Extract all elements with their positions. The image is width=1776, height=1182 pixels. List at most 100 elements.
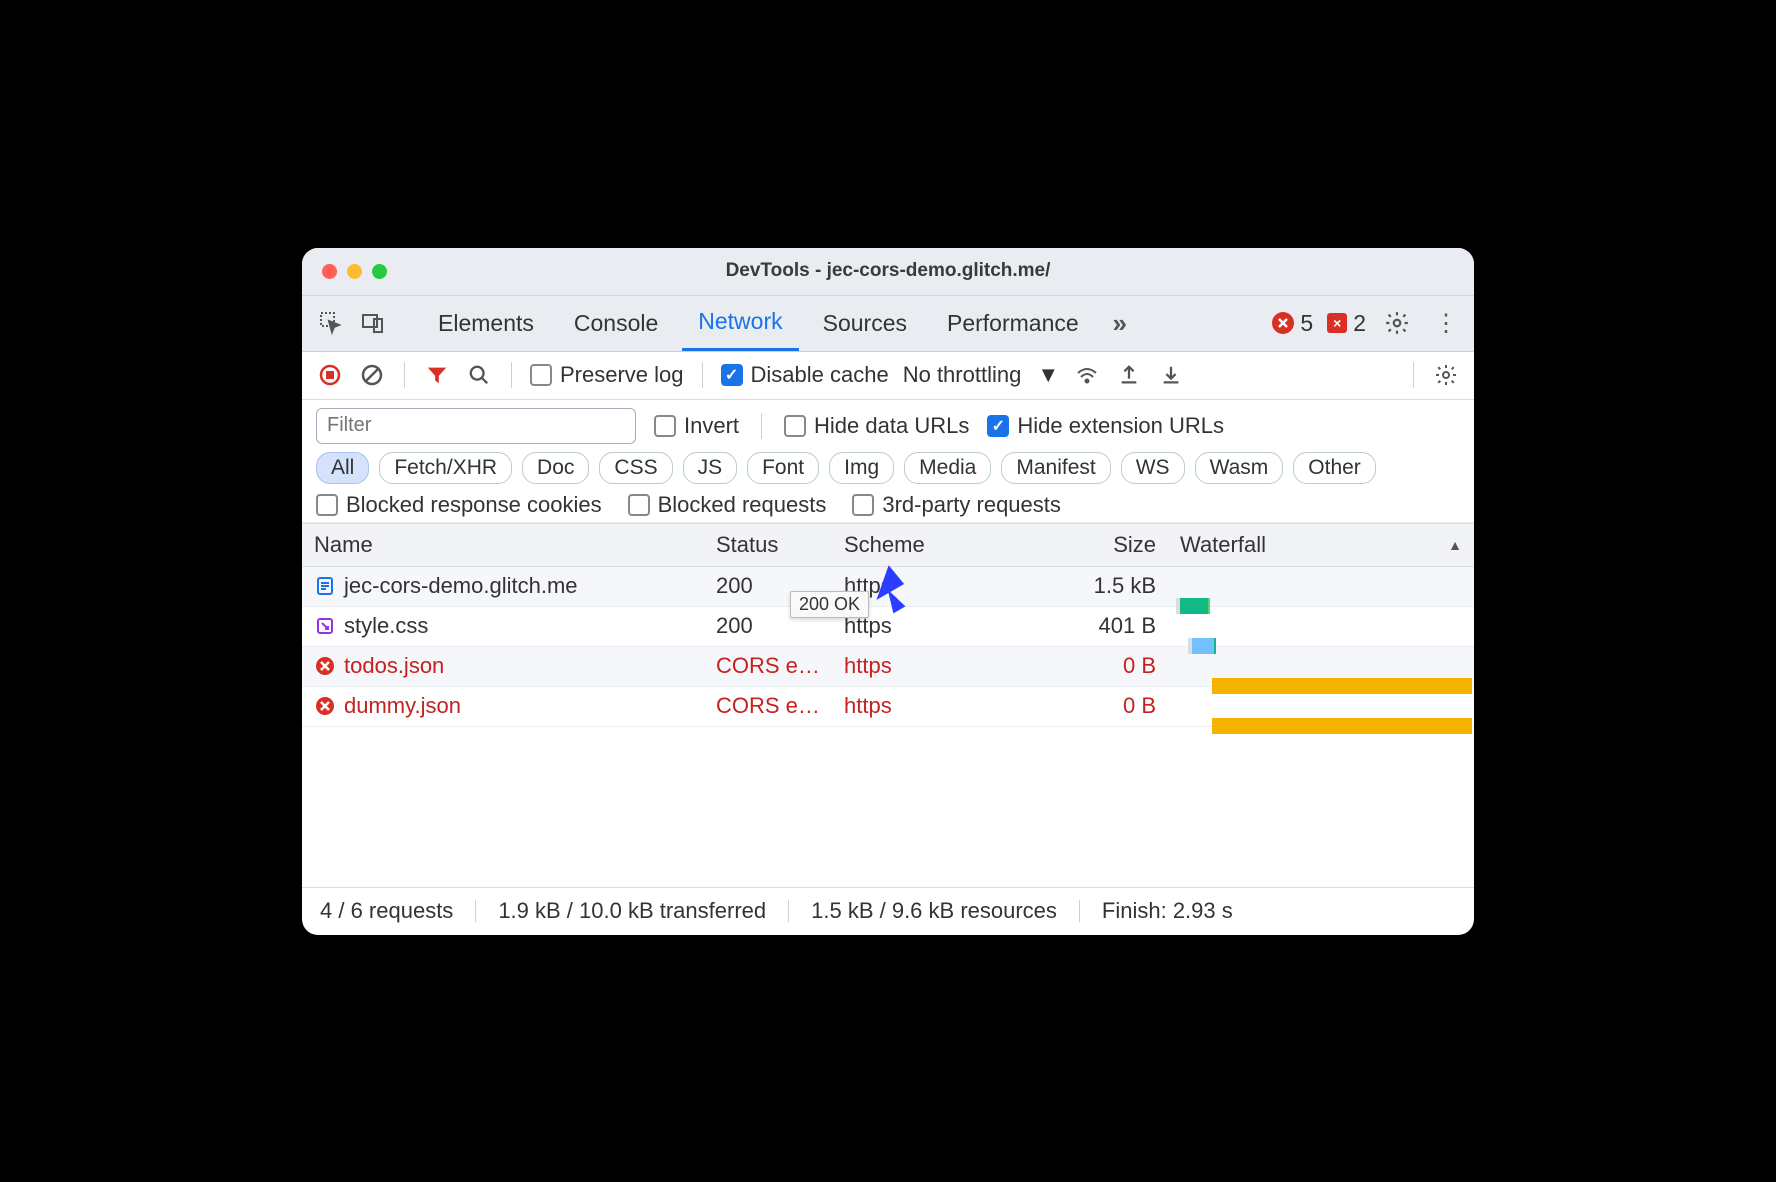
filter-icon[interactable] [423, 361, 451, 389]
filter-bar: Invert Hide data URLs Hide extension URL… [302, 400, 1474, 523]
error-icon [1272, 312, 1294, 334]
titlebar: DevTools - jec-cors-demo.glitch.me/ [302, 248, 1474, 296]
sort-asc-icon: ▲ [1448, 537, 1462, 553]
blocked-cookies-checkbox[interactable]: Blocked response cookies [316, 492, 602, 518]
checkbox-icon [784, 415, 806, 437]
warning-count[interactable]: × 2 [1327, 310, 1366, 337]
file-type-icon [314, 695, 336, 717]
empty-area [302, 727, 1474, 887]
panel-tabs: Elements Console Network Sources Perform… [302, 296, 1474, 352]
resource-chip-wasm[interactable]: Wasm [1195, 452, 1284, 484]
file-type-icon [314, 615, 336, 637]
col-waterfall[interactable]: Waterfall ▲ [1168, 532, 1474, 558]
file-type-icon [314, 655, 336, 677]
col-scheme[interactable]: Scheme [832, 532, 1042, 558]
third-party-checkbox[interactable]: 3rd-party requests [852, 492, 1061, 518]
request-size: 0 B [1042, 693, 1168, 719]
chevron-down-icon: ▼ [1037, 362, 1059, 388]
table-row[interactable]: style.css200https401 B [302, 607, 1474, 647]
resource-chip-other[interactable]: Other [1293, 452, 1376, 484]
export-har-icon[interactable] [1115, 361, 1143, 389]
checkbox-icon [316, 494, 338, 516]
window-controls[interactable] [302, 264, 387, 279]
col-name[interactable]: Name [302, 532, 704, 558]
request-size: 0 B [1042, 653, 1168, 679]
blocked-requests-checkbox[interactable]: Blocked requests [628, 492, 827, 518]
tab-network[interactable]: Network [682, 295, 798, 351]
maximize-icon[interactable] [372, 264, 387, 279]
throttling-select[interactable]: No throttling ▼ [903, 362, 1059, 388]
more-tabs-icon[interactable]: » [1103, 306, 1137, 340]
preserve-log-checkbox[interactable]: Preserve log [530, 362, 684, 388]
request-name: jec-cors-demo.glitch.me [344, 573, 578, 599]
resource-chip-img[interactable]: Img [829, 452, 894, 484]
request-status: CORS e… [704, 653, 832, 679]
search-icon[interactable] [465, 361, 493, 389]
resource-chip-fetchxhr[interactable]: Fetch/XHR [379, 452, 512, 484]
resource-chip-doc[interactable]: Doc [522, 452, 589, 484]
invert-checkbox[interactable]: Invert [654, 413, 739, 439]
hide-extension-urls-checkbox[interactable]: Hide extension URLs [987, 413, 1224, 439]
col-size[interactable]: Size [1042, 532, 1168, 558]
inspect-icon[interactable] [314, 306, 348, 340]
checkbox-icon [987, 415, 1009, 437]
status-bar: 4 / 6 requests 1.9 kB / 10.0 kB transfer… [302, 887, 1474, 935]
error-count[interactable]: 5 [1272, 310, 1313, 337]
settings-icon[interactable] [1380, 306, 1414, 340]
status-transferred: 1.9 kB / 10.0 kB transferred [498, 898, 766, 924]
import-har-icon[interactable] [1157, 361, 1185, 389]
tab-console[interactable]: Console [558, 295, 674, 351]
tab-elements[interactable]: Elements [422, 295, 550, 351]
devtools-window: DevTools - jec-cors-demo.glitch.me/ Elem… [302, 248, 1474, 935]
file-type-icon [314, 575, 336, 597]
window-title: DevTools - jec-cors-demo.glitch.me/ [302, 260, 1474, 282]
close-icon[interactable] [322, 264, 337, 279]
request-status: CORS e… [704, 693, 832, 719]
request-name: todos.json [344, 653, 444, 679]
resource-chip-all[interactable]: All [316, 452, 369, 484]
filter-input[interactable] [316, 408, 636, 444]
issue-icon: × [1327, 313, 1347, 333]
status-requests: 4 / 6 requests [320, 898, 453, 924]
network-table-header: Name Status Scheme Size Waterfall ▲ [302, 523, 1474, 567]
resource-type-chips: All Fetch/XHR Doc CSS JS Font Img Media Manifest… [316, 452, 1460, 484]
kebab-menu-icon[interactable]: ⋮ [1428, 306, 1462, 340]
checkbox-icon [721, 364, 743, 386]
request-name: style.css [344, 613, 428, 639]
warning-count-value: 2 [1353, 310, 1366, 337]
tab-performance[interactable]: Performance [931, 295, 1095, 351]
status-tooltip: 200 OK [790, 591, 869, 618]
network-rows: 200 OK jec-cors-demo.glitch.me200https1.… [302, 567, 1474, 727]
checkbox-icon [654, 415, 676, 437]
hide-data-urls-checkbox[interactable]: Hide data URLs [784, 413, 969, 439]
status-resources: 1.5 kB / 9.6 kB resources [811, 898, 1057, 924]
resource-chip-js[interactable]: JS [683, 452, 738, 484]
col-status[interactable]: Status [704, 532, 832, 558]
record-icon[interactable] [316, 361, 344, 389]
status-finish: Finish: 2.93 s [1102, 898, 1233, 924]
panel-settings-icon[interactable] [1432, 361, 1460, 389]
network-toolbar: Preserve log Disable cache No throttling… [302, 352, 1474, 400]
network-conditions-icon[interactable] [1073, 361, 1101, 389]
request-name: dummy.json [344, 693, 461, 719]
checkbox-icon [628, 494, 650, 516]
request-scheme: https [832, 653, 1042, 679]
device-toolbar-icon[interactable] [356, 306, 390, 340]
resource-chip-font[interactable]: Font [747, 452, 819, 484]
tab-sources[interactable]: Sources [807, 295, 923, 351]
resource-chip-ws[interactable]: WS [1121, 452, 1185, 484]
clear-icon[interactable] [358, 361, 386, 389]
resource-chip-css[interactable]: CSS [599, 452, 672, 484]
request-scheme: https [832, 693, 1042, 719]
error-count-value: 5 [1300, 310, 1313, 337]
table-row[interactable]: jec-cors-demo.glitch.me200https1.5 kB [302, 567, 1474, 607]
request-size: 1.5 kB [1042, 573, 1168, 599]
request-size: 401 B [1042, 613, 1168, 639]
table-row[interactable]: todos.json CORS e…https0 B [302, 647, 1474, 687]
checkbox-icon [530, 364, 552, 386]
disable-cache-checkbox[interactable]: Disable cache [721, 362, 889, 388]
minimize-icon[interactable] [347, 264, 362, 279]
resource-chip-manifest[interactable]: Manifest [1001, 452, 1110, 484]
resource-chip-media[interactable]: Media [904, 452, 991, 484]
checkbox-icon [852, 494, 874, 516]
